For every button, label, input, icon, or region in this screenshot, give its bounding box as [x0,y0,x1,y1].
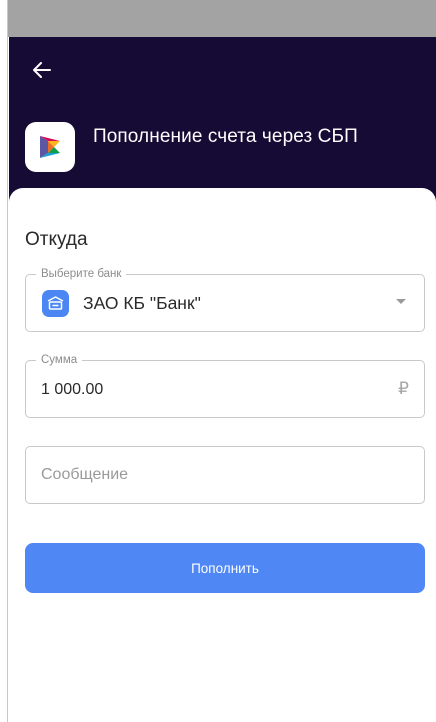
bank-icon [42,290,69,317]
bank-select[interactable]: Выберите банк ЗАО КБ "Банк" [25,267,425,332]
submit-button[interactable]: Пополнить [25,543,425,593]
bank-select-value: ЗАО КБ "Банк" [83,293,201,313]
amount-field[interactable]: Сумма 1 000.00 ₽ [25,353,425,418]
sbp-logo-icon [40,136,60,158]
app-screen: Пополнение счета через СБП Откуда Выбери… [0,0,436,722]
sbp-logo [25,122,75,172]
window-edge [0,0,8,722]
page-title: Пополнение счета через СБП [93,126,358,147]
arrow-left-icon [33,62,51,78]
bank-select-label: Выберите банк [36,267,127,281]
back-button[interactable] [29,57,55,83]
section-title: Откуда [25,229,88,250]
message-input[interactable] [41,466,401,484]
ruble-icon: ₽ [398,379,409,398]
chevron-down-icon[interactable] [396,299,406,304]
message-field[interactable] [25,446,425,504]
header: Пополнение счета через СБП [9,37,436,212]
amount-field-label: Сумма [36,353,83,367]
form-sheet: Откуда Выберите банк ЗАО КБ "Банк" Сумма… [9,188,436,722]
status-bar [0,0,436,37]
amount-value[interactable]: 1 000.00 [41,381,103,399]
